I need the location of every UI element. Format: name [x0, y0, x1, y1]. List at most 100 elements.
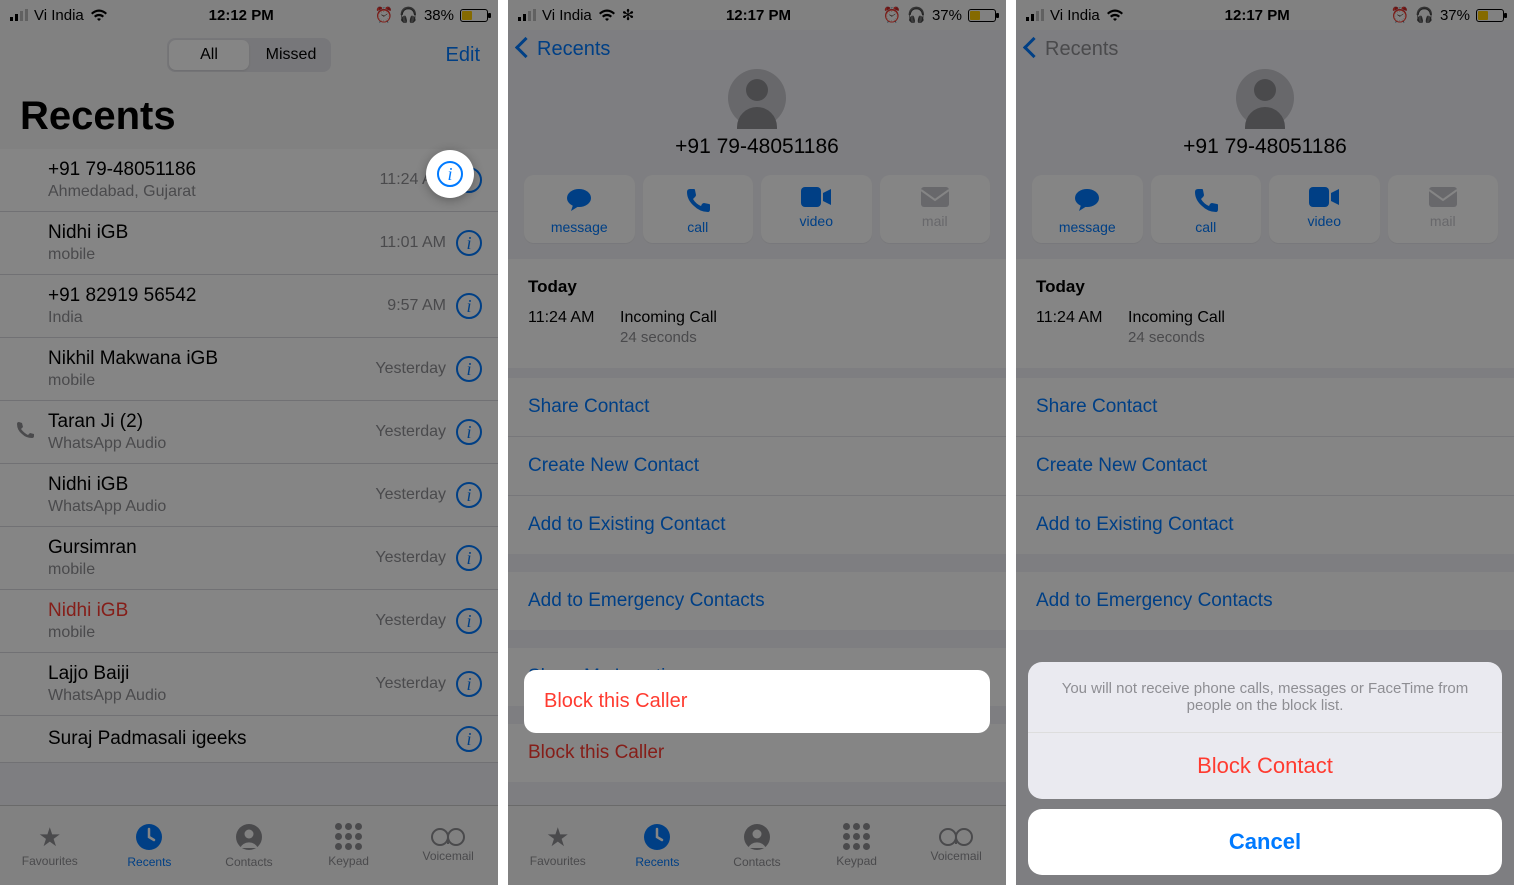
- info-button[interactable]: i: [456, 726, 482, 752]
- block-caller-highlight[interactable]: Block this Caller: [524, 670, 990, 733]
- message-button[interactable]: message: [524, 175, 635, 243]
- emergency-contacts-row[interactable]: Add to Emergency Contacts: [1016, 572, 1514, 630]
- info-button-highlight[interactable]: i: [426, 150, 474, 198]
- call-sub: mobile: [48, 372, 375, 390]
- tab-contacts[interactable]: Contacts: [199, 806, 299, 885]
- call-name: Nidhi iGB: [48, 600, 375, 622]
- info-button[interactable]: i: [456, 356, 482, 382]
- video-button[interactable]: video: [761, 175, 872, 243]
- tab-voicemail[interactable]: Voicemail: [906, 806, 1006, 885]
- block-contact-button[interactable]: Block Contact: [1028, 733, 1502, 799]
- tab-voicemail[interactable]: Voicemail: [398, 806, 498, 885]
- call-row[interactable]: Taran Ji (2)WhatsApp AudioYesterdayi: [0, 401, 498, 464]
- call-time: Yesterday: [375, 486, 446, 504]
- contact-number: +91 79-48051186: [508, 135, 1006, 159]
- screen-recents-list: Vi India 12:12 PM ⏰ 🎧 38% All Missed Edi…: [0, 0, 498, 885]
- star-icon: ★: [38, 824, 61, 850]
- tab-keypad[interactable]: Keypad: [299, 806, 399, 885]
- call-row[interactable]: +91 82919 56542India9:57 AMi: [0, 275, 498, 338]
- status-time: 12:17 PM: [1225, 7, 1290, 24]
- carrier-label: Vi India: [1050, 7, 1100, 24]
- create-new-contact-row[interactable]: Create New Contact: [508, 437, 1006, 496]
- action-label: call: [687, 219, 708, 235]
- message-icon: [1073, 187, 1101, 213]
- call-time: Yesterday: [375, 675, 446, 693]
- add-existing-contact-row[interactable]: Add to Existing Contact: [1016, 496, 1514, 554]
- call-row[interactable]: Nidhi iGBmobile11:01 AMi: [0, 212, 498, 275]
- video-button[interactable]: video: [1269, 175, 1380, 243]
- call-button[interactable]: call: [1151, 175, 1262, 243]
- back-button[interactable]: Recents: [508, 30, 1006, 69]
- tab-label: Recents: [635, 855, 679, 869]
- call-time: Yesterday: [375, 612, 446, 630]
- action-row: message call video mail: [1016, 175, 1514, 259]
- tab-keypad[interactable]: Keypad: [807, 806, 907, 885]
- info-button[interactable]: i: [456, 293, 482, 319]
- call-name: +91 79-48051186: [48, 159, 380, 181]
- seg-all[interactable]: All: [169, 40, 249, 70]
- create-new-contact-row[interactable]: Create New Contact: [1016, 437, 1514, 496]
- sheet-message: You will not receive phone calls, messag…: [1028, 662, 1502, 733]
- call-sub: WhatsApp Audio: [48, 498, 375, 516]
- battery-icon: [968, 9, 996, 22]
- tab-recents[interactable]: Recents: [100, 806, 200, 885]
- headphone-icon: 🎧: [399, 6, 418, 24]
- call-time: 9:57 AM: [387, 297, 446, 315]
- info-button[interactable]: i: [456, 671, 482, 697]
- signal-icon: [10, 9, 28, 21]
- edit-button[interactable]: Edit: [446, 44, 480, 67]
- clock-icon: [643, 823, 671, 851]
- seg-missed[interactable]: Missed: [251, 38, 331, 72]
- mail-button: mail: [1388, 175, 1499, 243]
- page-title: Recents: [0, 80, 498, 149]
- action-label: video: [1308, 213, 1341, 229]
- action-label: call: [1195, 219, 1216, 235]
- tab-contacts[interactable]: Contacts: [707, 806, 807, 885]
- video-icon: [801, 187, 831, 207]
- action-label: mail: [922, 213, 948, 229]
- call-name: Taran Ji (2): [48, 411, 375, 433]
- action-label: mail: [1430, 213, 1456, 229]
- call-row[interactable]: +91 79-48051186Ahmedabad, Gujarat11:24 A…: [0, 149, 498, 212]
- today-header: Today: [508, 259, 1006, 303]
- call-row[interactable]: GursimranmobileYesterdayi: [0, 527, 498, 590]
- back-button[interactable]: Recents: [1016, 30, 1514, 69]
- signal-icon: [1026, 9, 1044, 21]
- info-button[interactable]: i: [456, 545, 482, 571]
- action-row: message call video mail: [508, 175, 1006, 259]
- action-label: message: [551, 219, 608, 235]
- signal-icon: [518, 9, 536, 21]
- mail-icon: [1429, 187, 1457, 207]
- call-row[interactable]: Suraj Padmasali igeeksi: [0, 716, 498, 763]
- share-contact-row[interactable]: Share Contact: [508, 378, 1006, 437]
- block-caller-label: Block this Caller: [544, 690, 687, 712]
- info-button[interactable]: i: [456, 482, 482, 508]
- info-button[interactable]: i: [456, 419, 482, 445]
- voicemail-icon: [431, 829, 465, 845]
- log-duration: 24 seconds: [620, 329, 717, 346]
- call-row[interactable]: Nidhi iGBmobileYesterdayi: [0, 590, 498, 653]
- wifi-icon: [598, 8, 616, 22]
- call-row[interactable]: Lajjo BaijiWhatsApp AudioYesterdayi: [0, 653, 498, 716]
- cancel-button[interactable]: Cancel: [1028, 809, 1502, 875]
- emergency-contacts-row[interactable]: Add to Emergency Contacts: [508, 572, 1006, 630]
- message-button[interactable]: message: [1032, 175, 1143, 243]
- call-row[interactable]: Nikhil Makwana iGBmobileYesterdayi: [0, 338, 498, 401]
- add-existing-contact-row[interactable]: Add to Existing Contact: [508, 496, 1006, 554]
- call-time: 11:01 AM: [380, 234, 446, 252]
- call-button[interactable]: call: [643, 175, 754, 243]
- tab-recents[interactable]: Recents: [608, 806, 708, 885]
- back-label: Recents: [1045, 38, 1118, 61]
- share-contact-row[interactable]: Share Contact: [1016, 378, 1514, 437]
- tab-favourites[interactable]: ★ Favourites: [0, 806, 100, 885]
- info-button[interactable]: i: [456, 230, 482, 256]
- segmented-control[interactable]: All Missed: [167, 38, 331, 72]
- battery-icon: [460, 9, 488, 22]
- call-row[interactable]: Nidhi iGBWhatsApp AudioYesterdayi: [0, 464, 498, 527]
- tab-label: Contacts: [733, 855, 780, 869]
- tab-label: Voicemail: [422, 849, 473, 863]
- person-icon: [235, 823, 263, 851]
- info-button[interactable]: i: [456, 608, 482, 634]
- log-time: 11:24 AM: [1036, 309, 1116, 346]
- tab-favourites[interactable]: ★Favourites: [508, 806, 608, 885]
